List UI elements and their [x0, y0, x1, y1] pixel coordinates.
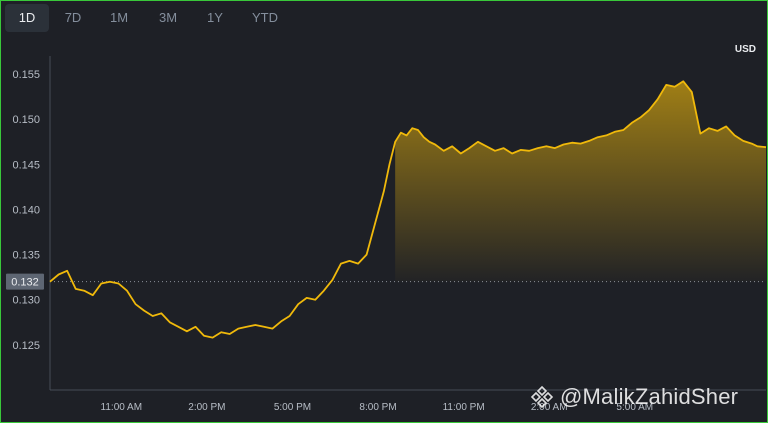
- watermark: @MalikZahidSher: [530, 382, 738, 412]
- x-tick-label: 5:00 PM: [274, 402, 311, 413]
- binance-logo-icon: [530, 385, 554, 409]
- y-tick-label: 0.125: [12, 340, 40, 352]
- x-tick-label: 8:00 PM: [359, 402, 396, 413]
- x-tick-label: 11:00 AM: [101, 402, 143, 413]
- y-tick-label: 0.145: [12, 159, 40, 171]
- y-tick-label: 0.155: [12, 69, 40, 81]
- y-tick-label: 0.140: [12, 204, 40, 216]
- price-chart: 0.155 0.150 0.145 0.140 0.135 0.130 0.125 11:00…: [6, 56, 767, 413]
- x-tick-label: 2:00 PM: [188, 402, 225, 413]
- y-tick-label: 0.130: [12, 295, 40, 307]
- x-tick-label: 11:00 PM: [443, 402, 485, 413]
- price-badge-label: 0.132: [11, 277, 39, 289]
- price-area: [395, 81, 766, 282]
- watermark-text: @MalikZahidSher: [560, 384, 739, 409]
- y-tick-label: 0.150: [12, 114, 40, 126]
- y-tick-label: 0.135: [12, 250, 40, 262]
